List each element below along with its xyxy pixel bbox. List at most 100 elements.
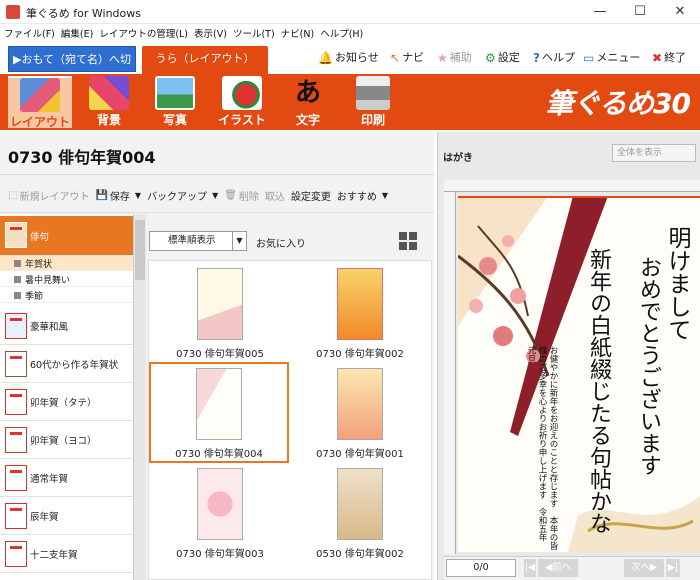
page-counter: 0/0 xyxy=(446,559,516,577)
backup-button[interactable]: バックアップ ▼ xyxy=(147,188,218,203)
template-caption: 0730 俳句年賀003 xyxy=(176,549,264,560)
postcard-preview[interactable]: 明けまして おめでとうございます 新年の白紙綴じたる句帖かな お健やかに新年をお… xyxy=(458,196,700,552)
toolbar-layout-label: レイアウト xyxy=(9,115,70,129)
menu-tools[interactable]: ツール(T) xyxy=(233,26,275,40)
save-button[interactable]: 💾 保存 ▼ xyxy=(95,188,141,203)
category-item[interactable]: 卯年賀（タテ） xyxy=(0,383,133,421)
template-card[interactable]: 0730 俳句年賀003 xyxy=(150,462,290,563)
prev-page-button[interactable]: ◀前へ xyxy=(538,559,578,577)
toolbar-text-button[interactable]: あ 文字 xyxy=(276,76,340,128)
new-layout-button[interactable]: ⬚ 新規レイアウト xyxy=(8,188,89,203)
illust-icon xyxy=(222,76,262,110)
grid-view-icon[interactable] xyxy=(399,232,417,250)
template-card[interactable]: 0730 俳句年賀001 xyxy=(290,362,430,463)
category-thumbnail xyxy=(5,541,27,567)
notice-link[interactable]: 🔔 お知らせ xyxy=(318,48,379,68)
template-card-selected[interactable]: 0730 俳句年賀004 xyxy=(149,362,289,463)
change-settings-label: 設定変更 xyxy=(290,191,331,203)
category-item[interactable]: 60代から作る年賀状 xyxy=(0,345,133,383)
exit-link[interactable]: ✖ 終了 xyxy=(652,48,686,68)
toolbar-illust-label: イラスト xyxy=(218,113,266,127)
subcategory-season[interactable]: 季節 xyxy=(0,288,133,303)
menu-label: メニュー xyxy=(596,51,641,64)
category-label: 通常年賀 xyxy=(30,473,69,485)
help-icon: ? xyxy=(533,51,540,65)
subcategory-label: 季節 xyxy=(25,291,44,302)
category-item[interactable]: 卯年賀（ヨコ） xyxy=(0,421,133,459)
printer-icon xyxy=(356,76,390,110)
close-window-button[interactable]: ✕ xyxy=(660,2,700,22)
menu-bar: ファイル(F) 編集(E) レイアウトの管理(L) 表示(V) ツール(T) ナ… xyxy=(0,24,700,42)
chevron-down-icon: ▼ xyxy=(134,190,142,200)
category-item[interactable]: 豪華和風 xyxy=(0,307,133,345)
template-caption: 0730 俳句年賀005 xyxy=(176,349,264,360)
window-title: 筆ぐるめ for Windows xyxy=(26,7,142,20)
maximize-button[interactable]: ☐ xyxy=(620,2,660,22)
category-item[interactable]: 通常年賀 xyxy=(0,459,133,497)
menu-navi[interactable]: ナビ(N) xyxy=(281,26,315,40)
greeting-text-2: おめでとうございます xyxy=(636,256,661,476)
template-caption: 0730 俳句年賀001 xyxy=(316,449,404,460)
delete-button[interactable]: 🗑 削除 xyxy=(224,188,259,203)
next-page-button[interactable]: 次へ▶ xyxy=(624,559,664,577)
category-label: 十二支年賀 xyxy=(30,549,78,561)
subcategory-shochu[interactable]: 暑中見舞い xyxy=(0,272,133,287)
category-label: 俳句 xyxy=(30,231,50,243)
subcategory-nenga[interactable]: 年賀状 xyxy=(0,256,133,271)
message-text: お健やかに新年をお迎えのことと存じます 本年の皆様のご多幸を心よりお祈り申し上げ… xyxy=(526,346,558,550)
exit-label: 終了 xyxy=(664,51,687,64)
view-select[interactable]: 全体を表示 xyxy=(612,144,696,162)
photo-icon xyxy=(155,76,195,110)
first-page-button[interactable]: |◀ xyxy=(524,559,536,577)
category-haiku[interactable]: 俳句 xyxy=(0,216,133,256)
tab-front-address[interactable]: ▶おもて（宛て名）へ切替 xyxy=(8,46,136,92)
change-settings-button[interactable]: 設定変更 xyxy=(291,188,331,203)
template-caption: 0730 俳句年賀002 xyxy=(316,349,404,360)
ruler-vertical xyxy=(444,192,456,554)
category-thumbnail xyxy=(5,222,27,248)
last-page-button[interactable]: ▶| xyxy=(666,559,680,577)
toolbar-background-button[interactable]: 背景 xyxy=(77,76,141,128)
settings-link[interactable]: ⚙ 設定 xyxy=(485,48,520,68)
sort-select[interactable]: 標準順表示 ▼ xyxy=(149,231,247,251)
toolbar-photo-button[interactable]: 写真 xyxy=(143,76,207,128)
assist-link[interactable]: ★ 補助 xyxy=(437,48,472,68)
menu-view[interactable]: 表示(V) xyxy=(194,26,227,40)
menu-link[interactable]: ▭ メニュー xyxy=(583,48,640,68)
scrollbar-thumb[interactable] xyxy=(135,220,145,280)
ruler-horizontal xyxy=(444,180,700,192)
navi-link[interactable]: ↖ ナビ xyxy=(390,48,424,68)
toolbar-background-label: 背景 xyxy=(96,113,121,127)
template-card[interactable]: 0730 俳句年賀002 xyxy=(290,262,430,363)
import-button[interactable]: 取込 xyxy=(265,188,285,203)
category-item[interactable]: 辰年賀 xyxy=(0,497,133,535)
category-thumbnail xyxy=(5,503,27,529)
toolbar-illust-button[interactable]: イラスト xyxy=(210,76,274,128)
recommend-button[interactable]: おすすめ ▼ xyxy=(337,188,388,203)
menu-edit[interactable]: 編集(E) xyxy=(61,26,93,40)
import-label: 取込 xyxy=(264,191,285,203)
text-icon: あ xyxy=(294,78,321,108)
menu-layout[interactable]: レイアウトの管理(L) xyxy=(99,26,188,40)
window-icon: ▭ xyxy=(583,51,595,65)
minimize-button[interactable]: — xyxy=(580,2,620,22)
favorites-link[interactable]: お気に入り xyxy=(256,235,306,250)
help-link[interactable]: ? ヘルプ xyxy=(533,48,575,68)
recommend-label: おすすめ xyxy=(336,191,377,203)
menu-file[interactable]: ファイル(F) xyxy=(4,26,55,40)
menu-help[interactable]: ヘルプ(H) xyxy=(320,26,363,40)
toolbar-print-button[interactable]: 印刷 xyxy=(341,76,405,128)
template-card[interactable]: 0530 俳句年賀002 xyxy=(290,462,430,563)
template-thumbnail xyxy=(337,468,383,540)
toolbar-layout-button[interactable]: レイアウト xyxy=(8,76,72,129)
divider xyxy=(0,212,434,213)
template-card[interactable]: 0730 俳句年賀005 xyxy=(150,262,290,363)
category-item[interactable]: 十二支年賀 xyxy=(0,535,133,573)
template-caption: 0530 俳句年賀002 xyxy=(316,549,404,560)
chevron-down-icon: ▼ xyxy=(381,190,389,200)
action-bar: ⬚ 新規レイアウト 💾 保存 ▼ バックアップ ▼ 🗑 削除 取込 設定変更 おすすめ ▼ xyxy=(0,182,388,208)
category-label: 卯年賀（タテ） xyxy=(30,397,97,409)
divider xyxy=(0,174,434,175)
template-thumbnail xyxy=(196,368,242,440)
tab-back-layout[interactable]: うら（レイアウト） xyxy=(142,46,268,74)
